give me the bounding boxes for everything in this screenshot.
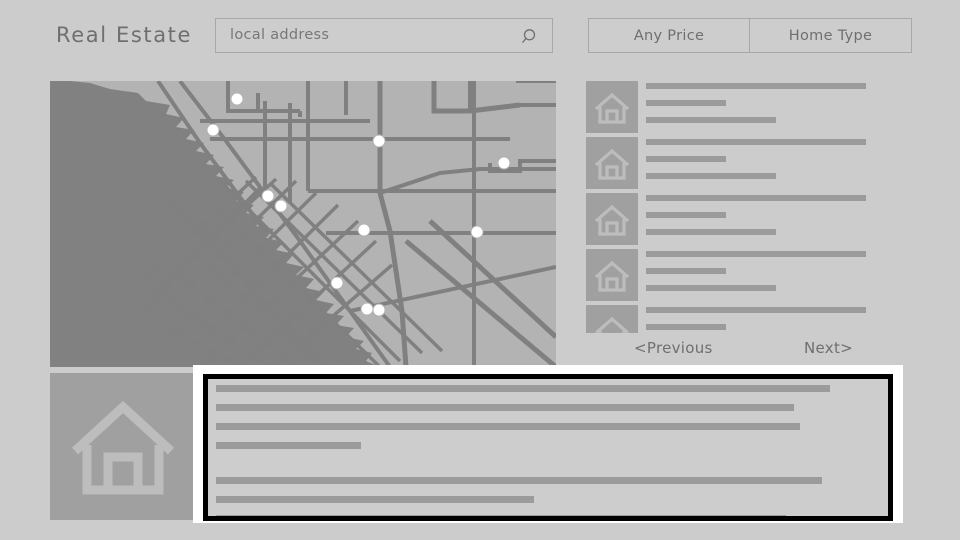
listing-results[interactable] <box>586 81 916 333</box>
placeholder-bar <box>216 385 830 392</box>
next-page-link[interactable]: Next> <box>804 339 853 357</box>
listing-thumbnail[interactable] <box>586 81 638 133</box>
search-input-value: local address <box>230 27 330 43</box>
list-item[interactable] <box>586 137 916 193</box>
listing-placeholder-lines <box>646 139 916 190</box>
listing-thumbnail[interactable] <box>586 193 638 245</box>
placeholder-bar <box>216 404 794 411</box>
placeholder-bar <box>216 442 361 449</box>
app-header: Real Estate local address Any Price Home… <box>0 0 960 72</box>
filter-bar: Any Price Home Type <box>588 18 912 53</box>
detail-panel-content <box>216 385 888 516</box>
detail-panel[interactable] <box>203 374 893 521</box>
map-view[interactable] <box>50 81 556 367</box>
listing-placeholder-lines <box>646 251 916 302</box>
listing-placeholder-lines <box>646 83 916 134</box>
detail-thumbnail[interactable] <box>50 373 196 520</box>
placeholder-bar <box>646 324 726 330</box>
page-title: Real Estate <box>56 23 193 47</box>
placeholder-bar <box>646 212 726 218</box>
home-type-filter[interactable]: Home Type <box>750 18 912 53</box>
list-item[interactable] <box>586 249 916 305</box>
placeholder-bar <box>646 83 866 89</box>
placeholder-bar <box>216 477 822 484</box>
placeholder-bar <box>646 307 866 313</box>
placeholder-bar <box>646 117 776 123</box>
placeholder-bar <box>646 229 776 235</box>
placeholder-bar <box>646 251 866 257</box>
placeholder-bar <box>646 139 866 145</box>
placeholder-bar <box>646 268 726 274</box>
placeholder-bar <box>646 285 776 291</box>
listing-thumbnail[interactable] <box>586 305 638 333</box>
placeholder-bar <box>216 515 786 516</box>
detail-panel-frame <box>193 365 903 523</box>
search-icon[interactable] <box>522 28 540 46</box>
listing-placeholder-lines <box>646 307 916 333</box>
placeholder-bar <box>646 195 866 201</box>
listing-thumbnail[interactable] <box>586 137 638 189</box>
price-filter[interactable]: Any Price <box>588 18 750 53</box>
pagination: <Previous Next> <box>586 336 916 366</box>
placeholder-bar <box>646 100 726 106</box>
list-item[interactable] <box>586 193 916 249</box>
listing-placeholder-lines <box>646 195 916 246</box>
list-item[interactable] <box>586 81 916 137</box>
previous-page-link[interactable]: <Previous <box>634 339 713 357</box>
list-item[interactable] <box>586 305 916 333</box>
listing-thumbnail[interactable] <box>586 249 638 301</box>
placeholder-bar <box>646 156 726 162</box>
placeholder-bar <box>216 423 800 430</box>
placeholder-bar <box>646 173 776 179</box>
search-input[interactable]: local address <box>215 18 553 53</box>
placeholder-bar <box>216 496 534 503</box>
